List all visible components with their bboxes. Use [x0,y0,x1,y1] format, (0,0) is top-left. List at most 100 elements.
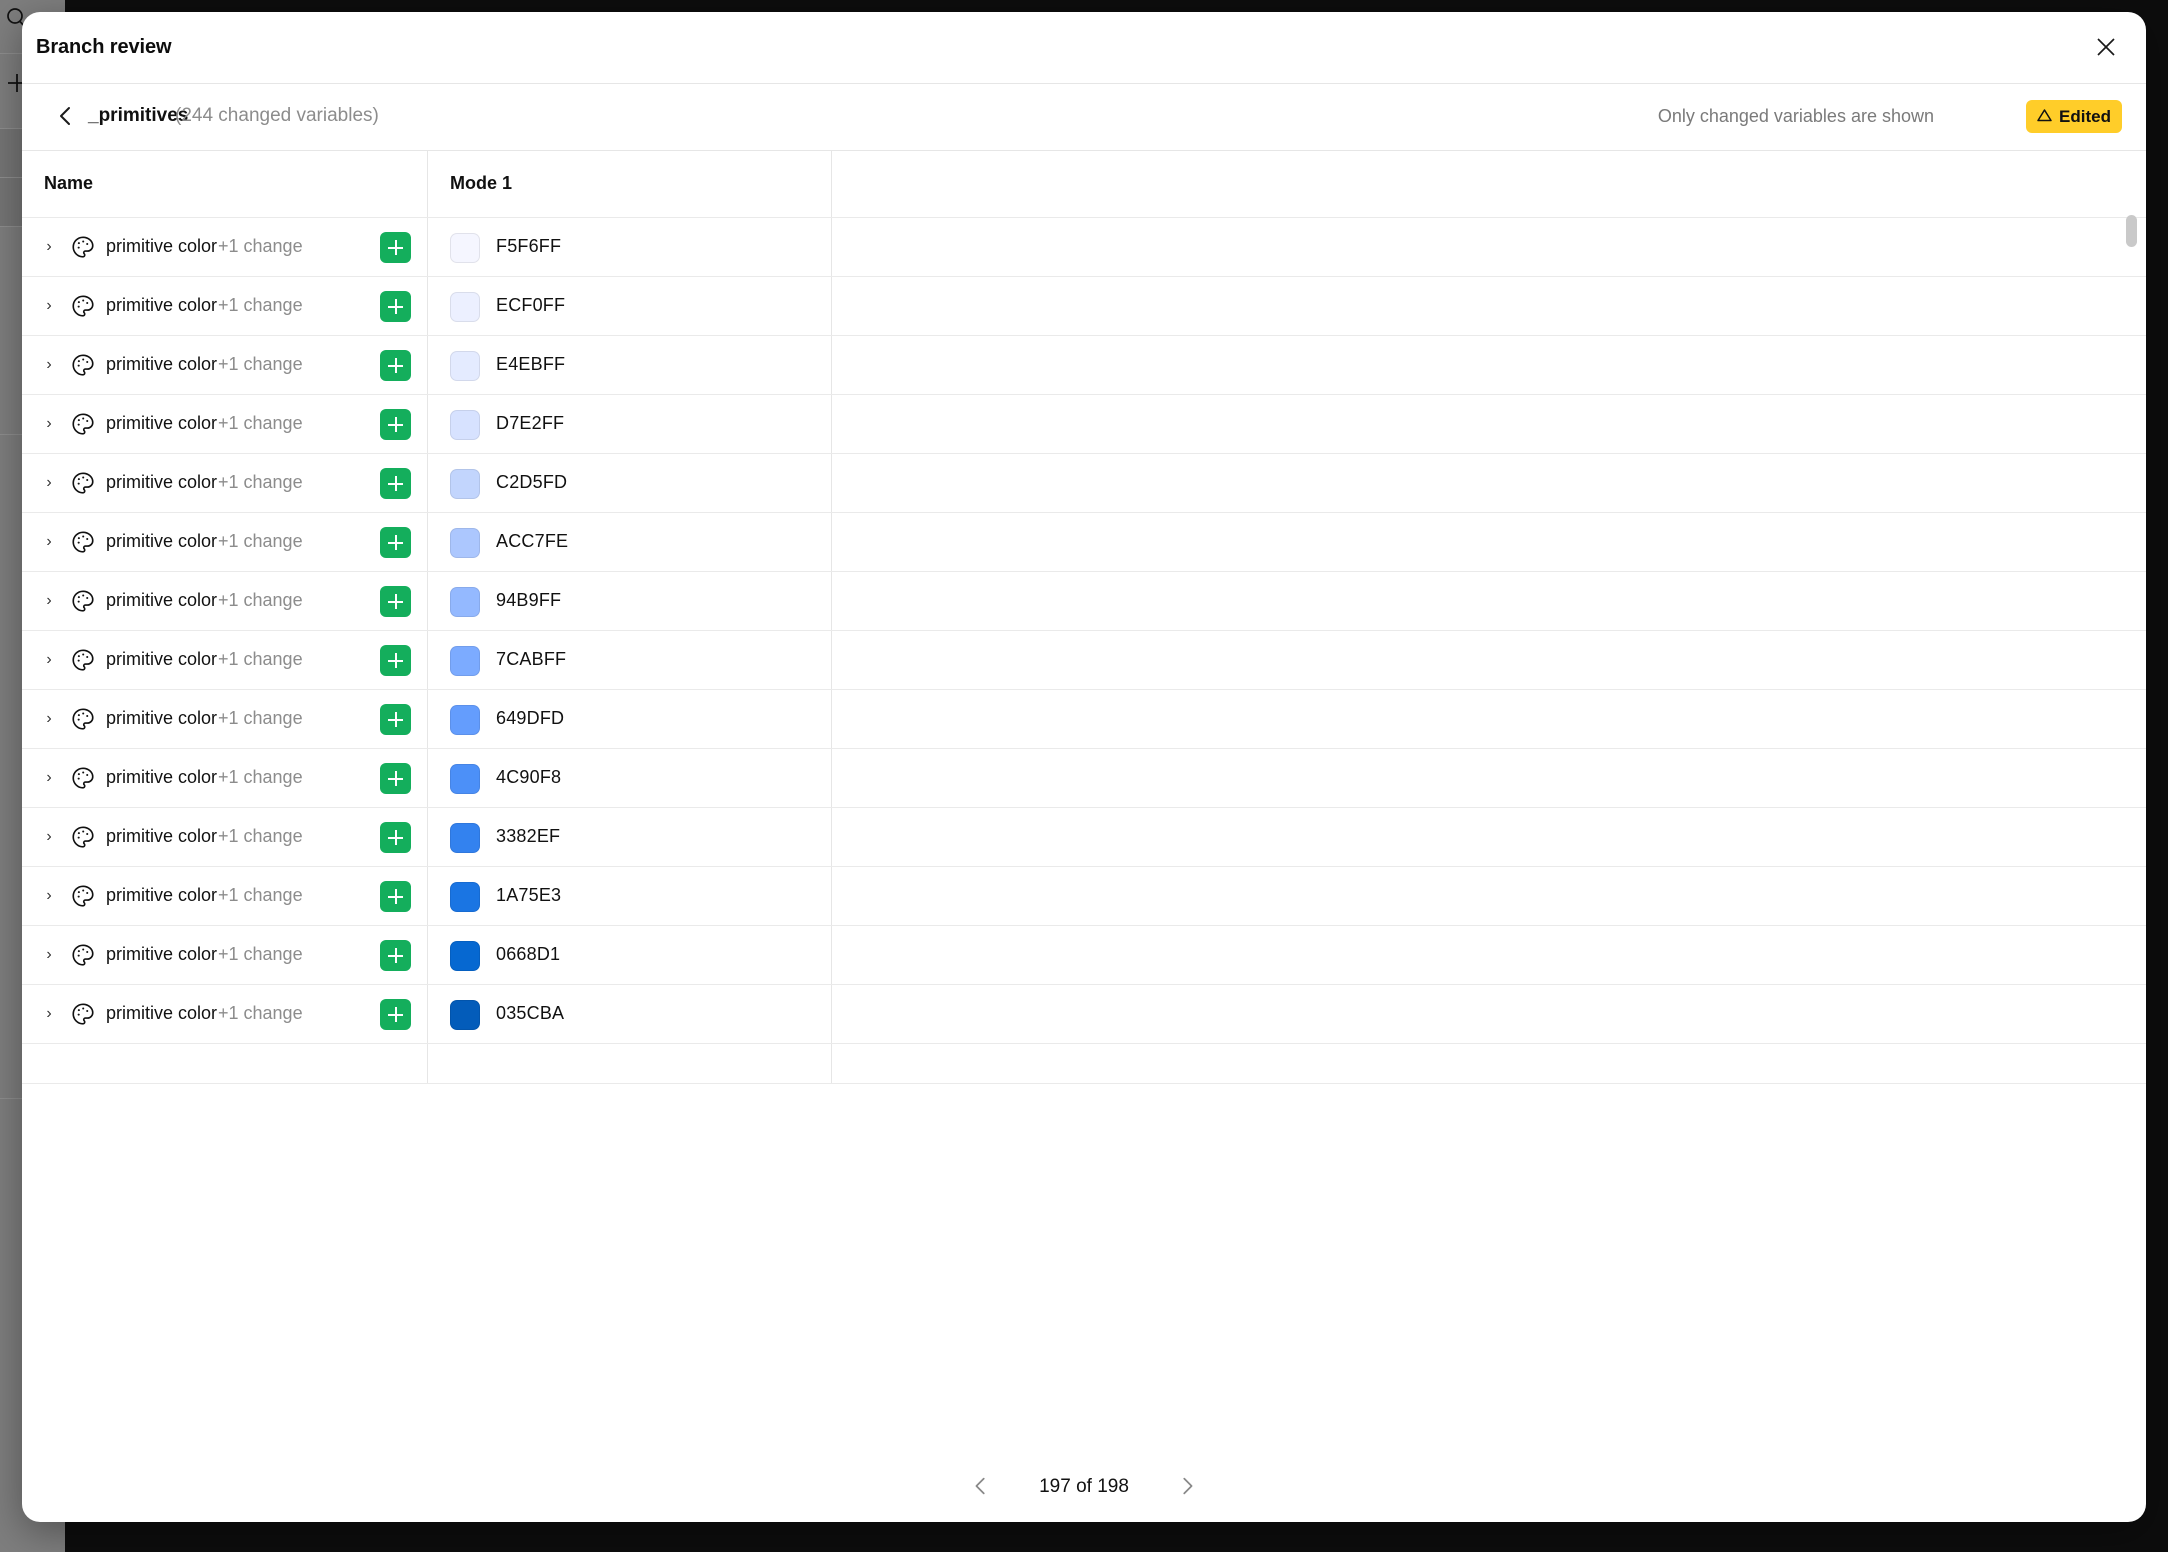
row-mode1-cell: 7CABFF [428,631,832,689]
table-row[interactable]: › primitive color s +1 change 4C90F8 [22,749,2146,808]
added-status-badge[interactable] [380,645,411,676]
hex-value: 94B9FF [496,590,562,610]
change-count-label: +1 change [218,708,303,728]
hex-value: 0668D1 [496,944,561,964]
table-row[interactable]: › primitive color s +1 change D7E2FF [22,395,2146,454]
hex-value: 3382EF [496,826,561,846]
chevron-left-icon [970,1475,992,1500]
added-status-badge[interactable] [380,232,411,263]
row-blank-cell [832,277,2146,335]
color-swatch[interactable] [450,292,480,322]
status-badge-edited[interactable]: Edited [2026,100,2122,133]
disclosure-arrow-icon[interactable]: › [38,749,60,807]
back-button[interactable] [46,97,86,137]
row-mode1-cell: C2D5FD [428,454,832,512]
color-swatch[interactable] [450,233,480,263]
pagination-next-button[interactable] [1170,1470,1204,1504]
table-row[interactable]: › primitive color s +1 change 3382EF [22,808,2146,867]
disclosure-arrow-icon[interactable]: › [38,690,60,748]
color-swatch[interactable] [450,528,480,558]
added-status-badge[interactable] [380,822,411,853]
table-row[interactable]: › primitive color s +1 change 1A75E3 [22,867,2146,926]
row-blank-cell [832,867,2146,925]
column-header-name-cell: Name [22,151,428,217]
row-name-cell: › primitive color s +1 change [22,808,428,866]
table-row[interactable]: › primitive color s +1 change C2D5FD [22,454,2146,513]
disclosure-arrow-icon[interactable]: › [38,926,60,984]
disclosure-arrow-icon[interactable]: › [38,336,60,394]
change-count-label: +1 change [218,531,303,551]
pagination-footer: 197 of 198 [22,1452,2146,1522]
disclosure-arrow-icon[interactable]: › [38,808,60,866]
color-swatch[interactable] [450,705,480,735]
disclosure-arrow-icon[interactable]: › [38,572,60,630]
row-blank-cell [832,454,2146,512]
variable-name: primitive color s [106,826,222,846]
added-status-badge[interactable] [380,881,411,912]
palette-icon [70,706,96,732]
close-button[interactable] [2084,26,2128,70]
row-blank-cell [832,218,2146,276]
table-header-row: Name Mode 1 [22,151,2146,218]
disclosure-arrow-icon[interactable]: › [38,218,60,276]
added-status-badge[interactable] [380,999,411,1030]
close-icon [2093,34,2119,63]
table-row[interactable]: › primitive color s +1 change 035CBA [22,985,2146,1044]
color-swatch[interactable] [450,587,480,617]
pagination-prev-button[interactable] [964,1470,998,1504]
disclosure-arrow-icon[interactable]: › [38,985,60,1043]
variable-name: primitive color s [106,590,222,610]
changed-variables-count: (244 changed variables) [175,105,379,126]
variable-name: primitive color s [106,413,222,433]
change-count-label: +1 change [218,472,303,492]
variable-name: primitive color s [106,708,222,728]
table-row[interactable]: › primitive color s +1 change ECF0FF [22,277,2146,336]
added-status-badge[interactable] [380,586,411,617]
change-count-label: +1 change [218,413,303,433]
warning-triangle-icon [2037,107,2052,127]
tail-mode-cell [428,1044,832,1083]
disclosure-arrow-icon[interactable]: › [38,513,60,571]
added-status-badge[interactable] [380,527,411,558]
row-blank-cell [832,808,2146,866]
color-swatch[interactable] [450,410,480,440]
table-row[interactable]: › primitive color s +1 change 0668D1 [22,926,2146,985]
row-name-cell: › primitive color s +1 change [22,631,428,689]
added-status-badge[interactable] [380,350,411,381]
variable-name: primitive color s [106,236,222,256]
row-name-cell: › primitive color s +1 change [22,926,428,984]
disclosure-arrow-icon[interactable]: › [38,454,60,512]
table-row[interactable]: › primitive color s +1 change 94B9FF [22,572,2146,631]
column-header-blank [832,151,2146,217]
color-swatch[interactable] [450,823,480,853]
hex-value: 035CBA [496,1003,565,1023]
row-blank-cell [832,395,2146,453]
disclosure-arrow-icon[interactable]: › [38,395,60,453]
row-name-cell: › primitive color s +1 change [22,454,428,512]
table-row[interactable]: › primitive color s +1 change ACC7FE [22,513,2146,572]
disclosure-arrow-icon[interactable]: › [38,631,60,689]
color-swatch[interactable] [450,764,480,794]
row-mode1-cell: ECF0FF [428,277,832,335]
table-row[interactable]: › primitive color s +1 change 649DFD [22,690,2146,749]
color-swatch[interactable] [450,882,480,912]
color-swatch[interactable] [450,469,480,499]
table-row[interactable]: › primitive color s +1 change F5F6FF [22,218,2146,277]
color-swatch[interactable] [450,351,480,381]
table-row[interactable]: › primitive color s +1 change E4EBFF [22,336,2146,395]
added-status-badge[interactable] [380,409,411,440]
added-status-badge[interactable] [380,763,411,794]
row-mode1-cell: 0668D1 [428,926,832,984]
palette-icon [70,293,96,319]
disclosure-arrow-icon[interactable]: › [38,277,60,335]
added-status-badge[interactable] [380,940,411,971]
added-status-badge[interactable] [380,704,411,735]
color-swatch[interactable] [450,941,480,971]
color-swatch[interactable] [450,646,480,676]
disclosure-arrow-icon[interactable]: › [38,867,60,925]
added-status-badge[interactable] [380,291,411,322]
color-swatch[interactable] [450,1000,480,1030]
tail-blank-cell [832,1044,2146,1083]
added-status-badge[interactable] [380,468,411,499]
table-row[interactable]: › primitive color s +1 change 7CABFF [22,631,2146,690]
